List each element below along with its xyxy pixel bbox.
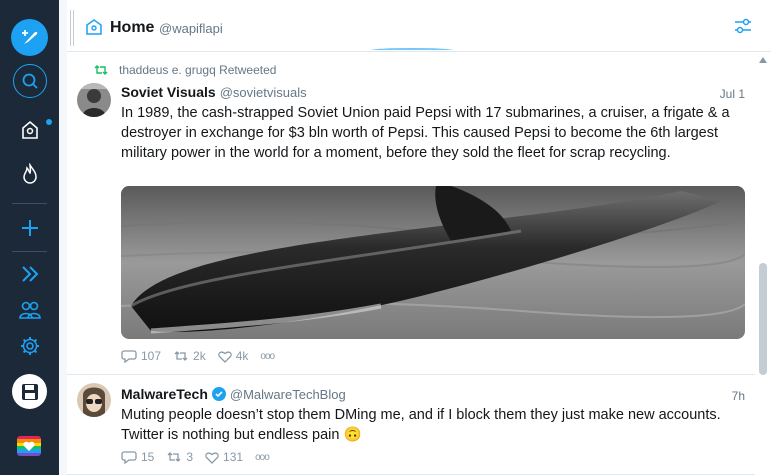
gear-icon bbox=[20, 337, 39, 355]
tweet-feed: thaddeus e. grugq Retweeted Soviet Visua… bbox=[67, 53, 755, 475]
retweet-button[interactable]: 3 bbox=[166, 450, 193, 464]
feather-pen-icon bbox=[21, 29, 37, 44]
retweet-icon bbox=[167, 452, 181, 462]
more-options-button[interactable]: ooo bbox=[260, 351, 275, 362]
column-title: Home bbox=[110, 19, 155, 36]
retweet-label: thaddeus e. grugq Retweeted bbox=[119, 63, 277, 77]
reply-count: 15 bbox=[141, 450, 155, 464]
tweet-author[interactable]: Soviet Visuals @sovietvisuals bbox=[121, 84, 307, 100]
avatar[interactable] bbox=[77, 383, 111, 417]
reply-icon bbox=[121, 350, 137, 363]
retweet-count: 3 bbox=[186, 450, 194, 464]
add-column-button[interactable] bbox=[8, 210, 51, 246]
author-name: MalwareTech bbox=[121, 386, 208, 402]
tweet-actions: 15 3 131 ooo bbox=[121, 450, 270, 464]
reply-button[interactable]: 15 bbox=[121, 450, 154, 464]
search-icon bbox=[22, 73, 38, 89]
avatar[interactable] bbox=[77, 83, 111, 117]
heart-icon bbox=[217, 350, 232, 363]
column-handle: @wapiflapi bbox=[159, 21, 223, 36]
author-handle: @MalwareTechBlog bbox=[229, 387, 346, 402]
floppy-disk-icon bbox=[21, 383, 38, 400]
author-handle: @sovietvisuals bbox=[219, 85, 307, 100]
drag-handle[interactable] bbox=[70, 10, 74, 46]
like-button[interactable]: 131 bbox=[205, 450, 243, 464]
accounts-button[interactable] bbox=[8, 292, 51, 328]
tweet-author[interactable]: MalwareTech @MalwareTechBlog bbox=[121, 386, 346, 402]
like-count: 131 bbox=[223, 450, 244, 464]
tweet[interactable]: thaddeus e. grugq Retweeted Soviet Visua… bbox=[67, 53, 755, 375]
settings-button[interactable] bbox=[8, 328, 51, 364]
plus-icon bbox=[21, 220, 38, 236]
retweet-button[interactable]: 2k bbox=[173, 349, 206, 363]
home-icon bbox=[21, 120, 38, 139]
tweet-text: Muting people doesn’t stop them DMing me… bbox=[121, 407, 721, 443]
like-count: 4k bbox=[235, 349, 249, 363]
loading-indicator bbox=[372, 48, 452, 52]
save-button[interactable] bbox=[12, 374, 47, 409]
flame-icon bbox=[22, 163, 37, 184]
retweet-icon bbox=[94, 65, 108, 75]
expand-button[interactable] bbox=[8, 256, 51, 292]
author-name: Soviet Visuals bbox=[121, 84, 216, 100]
home-icon bbox=[86, 19, 102, 35]
tweet-text: In 1989, the cash-strapped Soviet Union … bbox=[121, 105, 730, 161]
reply-count: 107 bbox=[141, 349, 162, 363]
people-icon bbox=[18, 301, 41, 319]
rail-divider bbox=[12, 251, 47, 252]
compose-tweet-button[interactable] bbox=[11, 19, 48, 56]
more-options-button[interactable]: ooo bbox=[255, 452, 270, 463]
tweet[interactable]: MalwareTech @MalwareTechBlog 7h Muting pe… bbox=[67, 375, 755, 475]
home-column-button[interactable] bbox=[8, 112, 51, 148]
rainbow-heart-logo bbox=[17, 436, 41, 456]
scroll-up-arrow-icon[interactable] bbox=[759, 57, 767, 63]
scrollbar[interactable] bbox=[755, 53, 771, 475]
retweet-context: thaddeus e. grugq Retweeted bbox=[93, 63, 276, 77]
column-options-icon[interactable] bbox=[733, 16, 753, 36]
activity-column-button[interactable] bbox=[8, 156, 51, 192]
tweet-timestamp[interactable]: Jul 1 bbox=[720, 87, 745, 101]
heart-icon bbox=[205, 451, 219, 464]
reply-button[interactable]: 107 bbox=[121, 349, 161, 363]
like-button[interactable]: 4k bbox=[217, 349, 249, 363]
tweet-image[interactable] bbox=[121, 186, 745, 339]
tweet-timestamp[interactable]: 7h bbox=[732, 389, 745, 403]
navigation-rail bbox=[0, 0, 59, 475]
home-column: Home @wapiflapi thaddeus e. grugq Retwee… bbox=[67, 0, 771, 475]
search-button[interactable] bbox=[8, 63, 51, 99]
reply-icon bbox=[121, 451, 137, 464]
double-chevron-right-icon bbox=[21, 266, 38, 282]
scrollbar-thumb[interactable] bbox=[759, 263, 767, 375]
tweet-actions: 107 2k 4k ooo bbox=[121, 349, 275, 363]
retweet-icon bbox=[174, 351, 188, 361]
column-header[interactable]: Home @wapiflapi bbox=[67, 0, 771, 52]
verified-badge-icon bbox=[211, 387, 226, 401]
heart-icon bbox=[23, 441, 35, 451]
rail-divider bbox=[12, 203, 47, 204]
column-gutter bbox=[59, 0, 67, 475]
unread-indicator bbox=[46, 119, 52, 125]
retweet-count: 2k bbox=[193, 349, 206, 363]
